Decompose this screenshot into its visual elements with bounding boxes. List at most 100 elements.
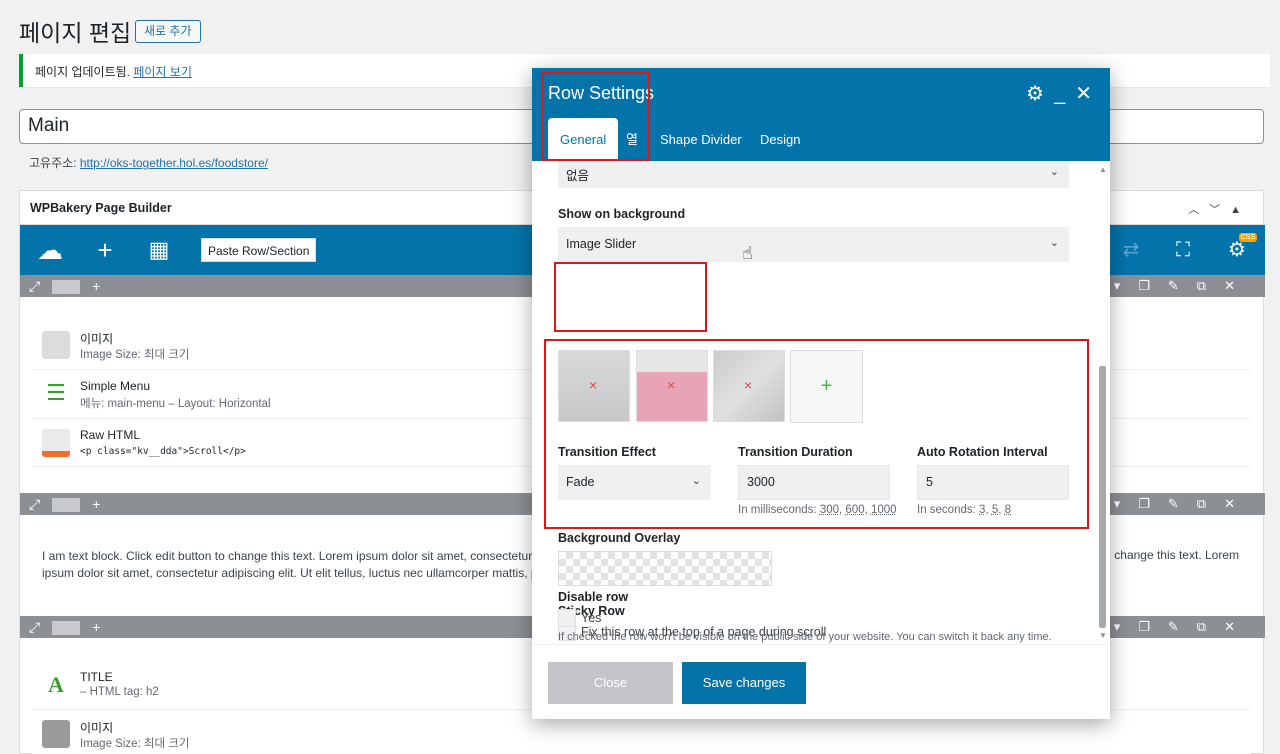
edit-icon[interactable]: ✎ (1168, 278, 1197, 293)
delete-icon[interactable]: ✕ (1224, 278, 1253, 293)
permalink: 고유주소: http://oks-together.hol.es/foodsto… (29, 154, 268, 171)
transition-effect-label: Transition Effect (558, 445, 656, 459)
preset-option[interactable]: 3 (979, 504, 985, 516)
permalink-label: 고유주소: (29, 156, 77, 170)
tab-shape-divider[interactable]: Shape Divider (660, 118, 742, 161)
tab-design[interactable]: Design (760, 118, 800, 161)
add-column-icon[interactable]: + (92, 616, 100, 638)
templates-icon[interactable]: ▦ (144, 225, 174, 275)
close-icon[interactable]: ✕ (1075, 81, 1092, 106)
tab-general[interactable]: General (548, 118, 619, 161)
view-page-link[interactable]: 페이지 보기 (133, 65, 192, 79)
scroll-up-icon[interactable]: ▲ (1099, 165, 1107, 174)
preset-option[interactable]: 300 (820, 504, 839, 516)
move-icon[interactable]: ⤢ (29, 493, 40, 515)
transition-duration-input[interactable]: 3000 (738, 465, 890, 500)
disable-row-label: Disable row (558, 590, 629, 604)
chevron-down-icon[interactable]: ﹀ (1209, 204, 1230, 216)
copy-icon[interactable]: ❐ (1138, 619, 1168, 634)
row-settings-modal: Row Settings ⚙ _ ✕ General 열 Shape Divider… (532, 68, 1110, 719)
auto-rotation-input[interactable]: 5 (917, 465, 1069, 500)
preset-option[interactable]: 1000 (871, 504, 897, 516)
text-line: change this text. Lorem (1114, 548, 1239, 562)
select-value: Image Slider (566, 237, 637, 251)
chevron-up-icon[interactable]: ︿ (1188, 204, 1209, 216)
delete-icon[interactable]: ✕ (1224, 496, 1253, 511)
html-file-icon (42, 429, 70, 457)
image-icon (42, 331, 70, 359)
disable-row-checkbox[interactable] (558, 609, 576, 627)
row-toggle-icon[interactable]: ▾ (1114, 619, 1139, 634)
chevron-down-icon: ⌄ (1049, 237, 1059, 249)
preset-option[interactable]: 600 (845, 504, 864, 516)
element-name: 이미지 (80, 721, 114, 735)
move-icon[interactable]: ⤢ (29, 275, 40, 297)
gear-icon[interactable]: ⚙ (1026, 81, 1044, 106)
edit-icon[interactable]: ✎ (1168, 619, 1197, 634)
fullscreen-icon[interactable]: ⛶ (1168, 225, 1198, 275)
clone-icon[interactable]: ⧉ (1197, 619, 1224, 634)
row-toggle-icon[interactable]: ▾ (1114, 496, 1139, 511)
select-value: 없음 (566, 169, 590, 183)
remove-icon[interactable]: × (589, 377, 597, 393)
page-title: 페이지 편집 (19, 20, 132, 46)
show-bg-select[interactable]: Image Slider ⌄ (558, 227, 1069, 262)
hand-cursor-icon: ☝ (742, 243, 753, 263)
add-column-icon[interactable]: + (92, 275, 100, 297)
save-changes-button[interactable]: Save changes (682, 662, 806, 704)
add-element-icon[interactable]: + (90, 225, 120, 275)
close-button[interactable]: Close (548, 662, 673, 704)
element-description: Image Size: 최대 크기 (80, 738, 190, 750)
wpbakery-logo-icon[interactable]: ☁ (32, 225, 68, 275)
add-column-icon[interactable]: + (92, 493, 100, 515)
collapse-icon[interactable]: ▲ (1230, 204, 1251, 216)
element-name: Raw HTML (80, 428, 141, 442)
copy-icon[interactable]: ❐ (1138, 278, 1168, 293)
preset-option[interactable]: 8 (1005, 504, 1011, 516)
bg-overlay-label: Background Overlay (558, 531, 681, 545)
menu-icon: ☰ (46, 380, 66, 405)
element-name: TITLE (80, 670, 113, 684)
drag-handle[interactable] (52, 621, 81, 636)
edit-icon[interactable]: ✎ (1168, 496, 1197, 511)
add-image-button[interactable]: + (790, 350, 863, 423)
modal-title: Row Settings (548, 83, 655, 103)
drag-handle[interactable] (52, 498, 81, 513)
redo-icon[interactable]: ⇄ (1116, 225, 1146, 275)
remove-icon[interactable]: × (744, 377, 752, 393)
css-badge: CSS (1238, 233, 1257, 242)
minimize-icon[interactable]: _ (1054, 83, 1065, 106)
clone-icon[interactable]: ⧉ (1197, 278, 1224, 293)
delete-icon[interactable]: ✕ (1224, 619, 1253, 634)
top-select[interactable]: 없음 ⌄ (558, 161, 1069, 188)
scroll-down-icon[interactable]: ▼ (1099, 631, 1107, 640)
highlight-box (554, 262, 707, 332)
tab-columns[interactable]: 열 (626, 118, 638, 161)
chevron-down-icon: ⌄ (691, 475, 701, 487)
element-description: Image Size: 최대 크기 (80, 349, 190, 361)
add-new-button[interactable]: 새로 추가 (135, 20, 201, 43)
move-icon[interactable]: ⤢ (29, 616, 40, 638)
drag-handle[interactable] (52, 280, 81, 295)
paste-row-button[interactable]: Paste Row/Section (201, 238, 317, 262)
row-toggle-icon[interactable]: ▾ (1114, 278, 1139, 293)
slider-image-thumb[interactable]: × (636, 350, 708, 422)
permalink-url[interactable]: http://oks-together.hol.es/foodstore/ (80, 156, 268, 170)
transition-duration-hint: In milliseconds: 300, 600, 1000 (738, 504, 897, 516)
image-icon (42, 720, 70, 748)
preset-option[interactable]: 5 (992, 504, 998, 516)
panel-controls[interactable]: ︿﹀▲ (1188, 201, 1251, 217)
remove-icon[interactable]: × (667, 377, 675, 393)
modal-scrollbar[interactable]: ▲ ▼ (1097, 161, 1107, 644)
element-name: 이미지 (80, 332, 114, 346)
transition-effect-select[interactable]: Fade ⌄ (558, 465, 711, 500)
element-name: Simple Menu (80, 379, 151, 393)
clone-icon[interactable]: ⧉ (1197, 496, 1224, 511)
scroll-thumb[interactable] (1099, 366, 1106, 628)
bg-overlay-color-picker[interactable] (558, 551, 772, 586)
title-icon: A (48, 672, 64, 697)
element-description: <p class="kv__dda">Scroll</p> (80, 446, 246, 457)
slider-image-thumb[interactable]: × (713, 350, 785, 422)
copy-icon[interactable]: ❐ (1138, 496, 1168, 511)
slider-image-thumb[interactable]: × (558, 350, 630, 422)
